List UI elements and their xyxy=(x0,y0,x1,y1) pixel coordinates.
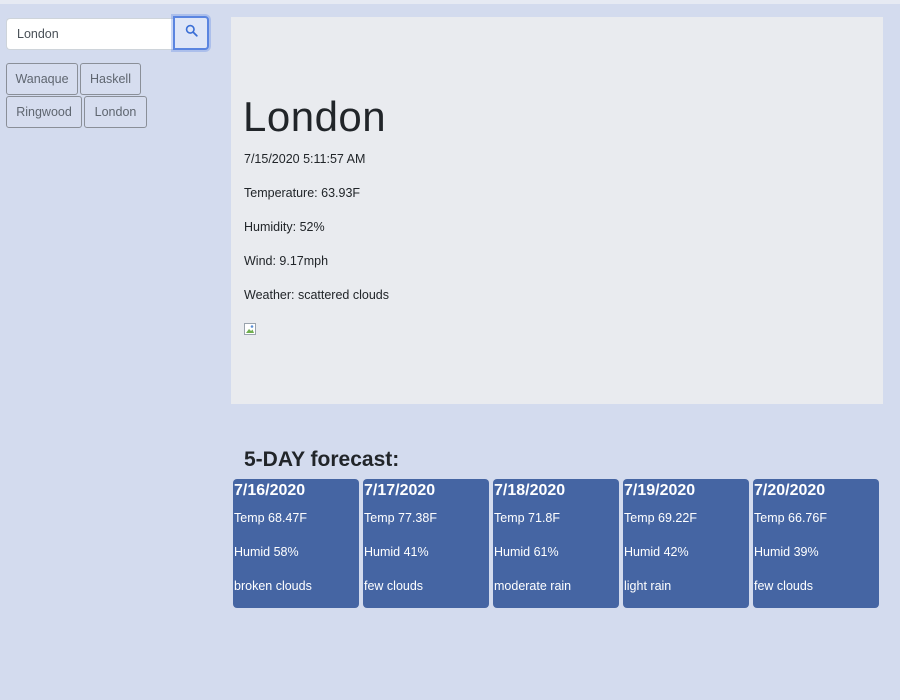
forecast-title: 5-DAY forecast: xyxy=(244,448,400,471)
current-datetime: 7/15/2020 5:11:57 AM xyxy=(244,152,366,166)
forecast-card-day-4: 7/19/2020 Temp 69.22F Humid 42% light ra… xyxy=(623,479,749,608)
forecast-date: 7/19/2020 xyxy=(624,482,696,499)
current-wind: Wind: 9.17mph xyxy=(244,254,329,268)
forecast-temp: Temp 66.76F xyxy=(754,511,827,525)
current-humidity: Humidity: 52% xyxy=(244,220,325,234)
history-button-ringwood[interactable]: Ringwood xyxy=(6,96,82,128)
forecast-description: few clouds xyxy=(364,579,424,593)
history-button-london[interactable]: London xyxy=(84,96,147,128)
forecast-card-day-3: 7/18/2020 Temp 71.8F Humid 61% moderate … xyxy=(493,479,619,608)
broken-image-icon xyxy=(244,322,256,335)
forecast-temp: Temp 71.8F xyxy=(494,511,561,525)
top-strip xyxy=(0,0,900,4)
forecast-temp: Temp 77.38F xyxy=(364,511,437,525)
forecast-humidity: Humid 61% xyxy=(494,545,559,559)
search-button[interactable] xyxy=(173,16,209,50)
search-icon xyxy=(185,24,198,42)
forecast-humidity: Humid 58% xyxy=(234,545,299,559)
forecast-description: light rain xyxy=(624,579,672,593)
current-temperature: Temperature: 63.93F xyxy=(244,186,361,200)
forecast-date: 7/18/2020 xyxy=(494,482,566,499)
forecast-card-day-1: 7/16/2020 Temp 68.47F Humid 58% broken c… xyxy=(233,479,359,608)
forecast-card-day-2: 7/17/2020 Temp 77.38F Humid 41% few clou… xyxy=(363,479,489,608)
city-search-input[interactable] xyxy=(6,18,173,50)
forecast-description: moderate rain xyxy=(494,579,572,593)
forecast-description: broken clouds xyxy=(234,579,312,593)
forecast-temp: Temp 68.47F xyxy=(234,511,307,525)
forecast-humidity: Humid 39% xyxy=(754,545,819,559)
forecast-date: 7/20/2020 xyxy=(754,482,826,499)
current-weather-description: Weather: scattered clouds xyxy=(244,288,389,302)
forecast-description: few clouds xyxy=(754,579,814,593)
forecast-card-day-5: 7/20/2020 Temp 66.76F Humid 39% few clou… xyxy=(753,479,879,608)
history-button-wanaque[interactable]: Wanaque xyxy=(6,63,78,95)
current-weather-panel: London 7/15/2020 5:11:57 AM Temperature:… xyxy=(231,17,883,404)
forecast-temp: Temp 69.22F xyxy=(624,511,697,525)
forecast-humidity: Humid 41% xyxy=(364,545,429,559)
forecast-date: 7/17/2020 xyxy=(364,482,436,499)
history-button-haskell[interactable]: Haskell xyxy=(80,63,141,95)
forecast-date: 7/16/2020 xyxy=(234,482,306,499)
forecast-humidity: Humid 42% xyxy=(624,545,689,559)
city-name: London xyxy=(243,93,387,140)
